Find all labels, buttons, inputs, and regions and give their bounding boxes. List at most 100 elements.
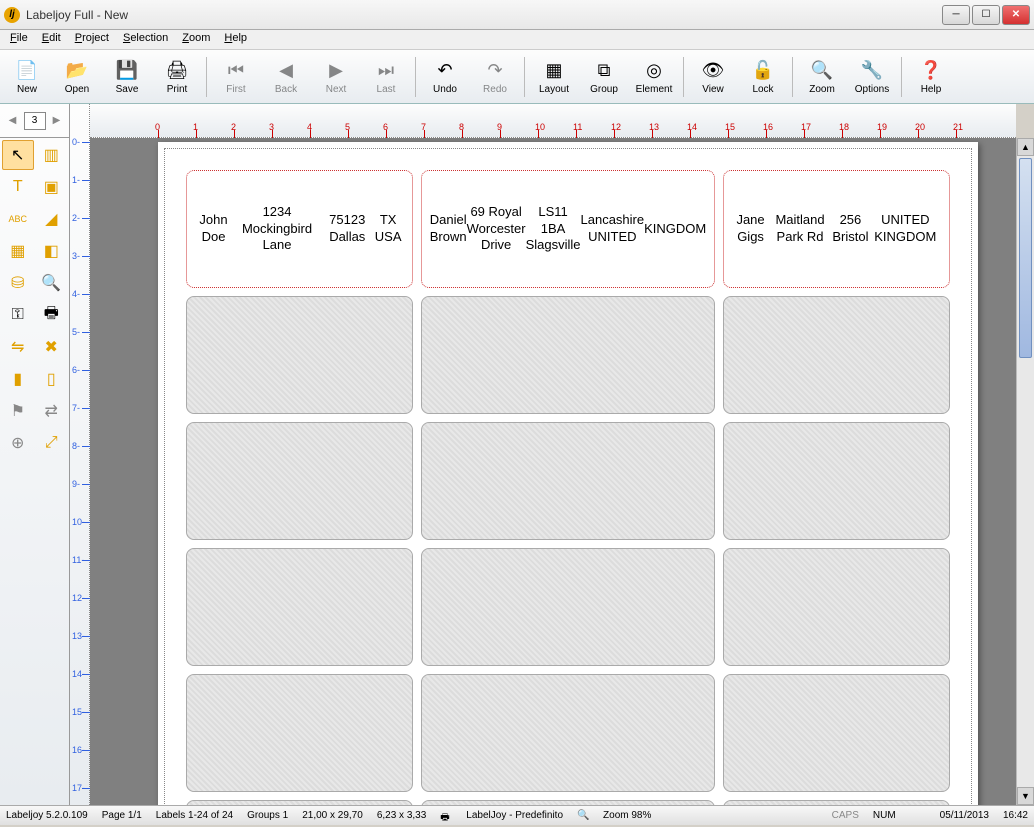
toolbar: 📄New 📂Open 💾Save 🖨Print ⏮First ◀Back ▶Ne… — [0, 50, 1034, 104]
label-blank[interactable] — [723, 800, 950, 805]
label-blank[interactable] — [421, 674, 716, 792]
label-line: Lancashire UNITED — [581, 212, 645, 246]
undo-icon: ↶ — [433, 58, 457, 82]
label-filled[interactable]: Jane GigsMaitland Park Rd256 BristolUNIT… — [723, 170, 950, 288]
db-tool[interactable]: ⛁ — [2, 268, 34, 298]
maximize-button[interactable]: ☐ — [972, 5, 1000, 25]
save-button[interactable]: 💾Save — [103, 52, 151, 102]
label-blank[interactable] — [186, 674, 413, 792]
zoom-button[interactable]: 🔍Zoom — [798, 52, 846, 102]
scroll-down-button[interactable]: ▼ — [1017, 787, 1034, 805]
delete-tool[interactable]: ✖ — [36, 332, 68, 362]
next-icon: ▶ — [324, 58, 348, 82]
menu-help[interactable]: Help — [218, 30, 253, 49]
text2-tool[interactable]: ▣ — [36, 172, 68, 202]
label-blank[interactable] — [723, 548, 950, 666]
text-tool[interactable]: T — [2, 172, 34, 202]
folder-tool[interactable]: ▮ — [2, 364, 34, 394]
layout-button[interactable]: ▦Layout — [530, 52, 578, 102]
new-button[interactable]: 📄New — [3, 52, 51, 102]
label-blank[interactable] — [186, 422, 413, 540]
label-blank[interactable] — [723, 674, 950, 792]
target-tool[interactable]: ⊕ — [2, 428, 34, 458]
status-size1: 21,00 x 29,70 — [302, 810, 363, 821]
ruler-v-mark: 1- — [72, 175, 80, 185]
last-button[interactable]: ⏭Last — [362, 52, 410, 102]
label-line: LS11 1BA Slagsville — [526, 204, 581, 255]
view-button[interactable]: 👁View — [689, 52, 737, 102]
status-labels: Labels 1-24 of 24 — [156, 810, 233, 821]
label-blank[interactable] — [421, 422, 716, 540]
ruler-h-mark: 19 — [877, 122, 887, 132]
minimize-button[interactable]: ─ — [942, 5, 970, 25]
zoom-icon: 🔍 — [810, 58, 834, 82]
label-line: John Doe — [195, 212, 232, 246]
menu-project[interactable]: Project — [69, 30, 115, 49]
vertical-scrollbar[interactable]: ▲ ▼ — [1016, 138, 1034, 805]
flip-tool[interactable]: ⇋ — [2, 332, 34, 362]
printer-tool[interactable]: 🖶 — [36, 300, 68, 330]
label-line: Daniel Brown — [430, 212, 467, 246]
label-tool[interactable]: ABC — [2, 204, 34, 234]
menu-zoom[interactable]: Zoom — [176, 30, 216, 49]
ruler-h-mark: 7 — [421, 122, 426, 132]
lock-icon: 🔓 — [751, 58, 775, 82]
ruler-v-mark: 7- — [72, 403, 80, 413]
undo-button[interactable]: ↶Undo — [421, 52, 469, 102]
label-blank[interactable] — [723, 296, 950, 414]
back-button[interactable]: ◀Back — [262, 52, 310, 102]
label-blank[interactable] — [186, 296, 413, 414]
options-icon: 🔧 — [860, 58, 884, 82]
page-number-input[interactable]: 3 — [24, 112, 46, 130]
redo-icon: ↷ — [483, 58, 507, 82]
barcode-tool[interactable]: ▥ — [36, 140, 68, 170]
ruler-h-mark: 16 — [763, 122, 773, 132]
scroll-thumb[interactable] — [1019, 158, 1032, 358]
scroll-up-button[interactable]: ▲ — [1017, 138, 1034, 156]
canvas[interactable]: John Doe1234 Mockingbird Lane75123 Dalla… — [90, 138, 1016, 805]
ruler-h-mark: 0 — [155, 122, 160, 132]
element-button[interactable]: ◎Element — [630, 52, 678, 102]
ruler-h-mark: 9 — [497, 122, 502, 132]
lock-button[interactable]: 🔓Lock — [739, 52, 787, 102]
help-button[interactable]: ❓Help — [907, 52, 955, 102]
page-next-button[interactable]: ▶ — [50, 114, 64, 128]
shape-tool[interactable]: ◢ — [36, 204, 68, 234]
expand-tool[interactable]: ⤢ — [36, 428, 68, 458]
menu-edit[interactable]: Edit — [36, 30, 67, 49]
label-filled[interactable]: Daniel Brown69 Royal Worcester DriveLS11… — [421, 170, 716, 288]
folder2-tool[interactable]: ▯ — [36, 364, 68, 394]
label-blank[interactable] — [186, 800, 413, 805]
label-blank[interactable] — [421, 800, 716, 805]
open-button[interactable]: 📂Open — [53, 52, 101, 102]
ruler-v-mark: 15- — [72, 707, 85, 717]
label-blank[interactable] — [421, 296, 716, 414]
print-button[interactable]: 🖨Print — [153, 52, 201, 102]
label-blank[interactable] — [186, 548, 413, 666]
key-tool[interactable]: ⚿ — [2, 300, 34, 330]
arrows-tool[interactable]: ⇄ — [36, 396, 68, 426]
grid-tool[interactable]: ▦ — [2, 236, 34, 266]
ruler-v-mark: 13- — [72, 631, 85, 641]
label-filled[interactable]: John Doe1234 Mockingbird Lane75123 Dalla… — [186, 170, 413, 288]
flag-tool[interactable]: ⚑ — [2, 396, 34, 426]
group-button[interactable]: ⧉Group — [580, 52, 628, 102]
menu-selection[interactable]: Selection — [117, 30, 174, 49]
redo-button[interactable]: ↷Redo — [471, 52, 519, 102]
label-blank[interactable] — [723, 422, 950, 540]
close-button[interactable]: ✕ — [1002, 5, 1030, 25]
label-blank[interactable] — [421, 548, 716, 666]
page-navigator: ◀ 3 ▶ — [0, 104, 69, 138]
status-page: Page 1/1 — [102, 810, 142, 821]
search-tool[interactable]: 🔍 — [36, 268, 68, 298]
ruler-v-mark: 4- — [72, 289, 80, 299]
first-button[interactable]: ⏮First — [212, 52, 260, 102]
page-tool[interactable]: ◧ — [36, 236, 68, 266]
next-button[interactable]: ▶Next — [312, 52, 360, 102]
toolbar-separator — [415, 57, 416, 97]
page-prev-button[interactable]: ◀ — [6, 114, 20, 128]
menu-file[interactable]: File — [4, 30, 34, 49]
status-size2: 6,23 x 3,33 — [377, 810, 426, 821]
options-button[interactable]: 🔧Options — [848, 52, 896, 102]
select-tool[interactable]: ↖ — [2, 140, 34, 170]
